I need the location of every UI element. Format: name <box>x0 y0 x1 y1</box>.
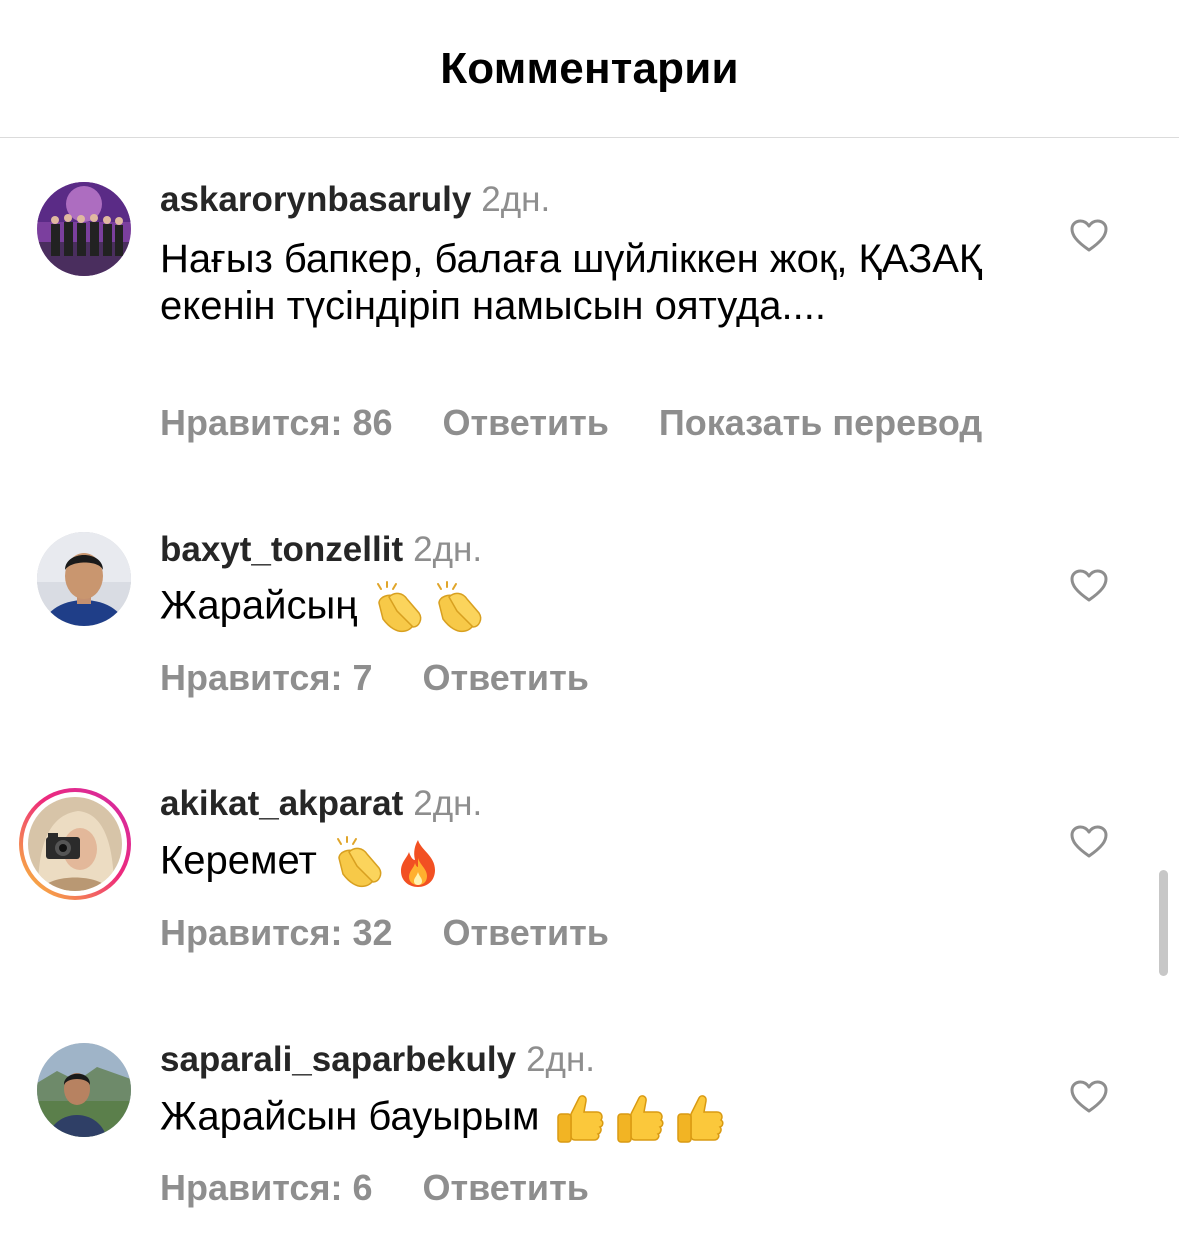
username[interactable]: askarorynbasaruly <box>160 180 471 219</box>
avatar[interactable] <box>37 1043 131 1137</box>
avatar-with-story-ring[interactable] <box>19 788 131 900</box>
thumbs-up-icon <box>677 1095 724 1143</box>
timestamp: 2дн. <box>526 1040 596 1079</box>
timestamp: 2дн. <box>413 530 483 569</box>
timestamp: 2дн. <box>481 180 551 219</box>
comment-meta: saparali_saparbekuly 2дн. <box>160 1040 595 1080</box>
page-title: Комментарии <box>440 44 739 93</box>
comment-text-body: Жарайсын бауырым <box>160 1094 540 1139</box>
heart-icon[interactable] <box>1070 825 1108 859</box>
heart-icon[interactable] <box>1070 219 1108 253</box>
comments-header: Комментарии <box>0 0 1179 138</box>
clapping-hands-icon <box>437 581 482 633</box>
avatar <box>28 797 122 891</box>
username[interactable]: baxyt_tonzellit <box>160 530 403 569</box>
timestamp: 2дн. <box>413 784 483 823</box>
scrollbar[interactable] <box>1159 870 1168 976</box>
comment-text-body: Жарайсың <box>160 583 358 628</box>
thumbs-up-icon <box>557 1095 604 1143</box>
clapping-hands-icon <box>336 836 382 888</box>
comment-text: Жарайсың <box>160 581 1020 635</box>
thumbs-up-icon <box>617 1095 664 1143</box>
likes-count[interactable]: Нравится: 6 <box>160 1167 372 1208</box>
reply-button[interactable]: Ответить <box>443 402 609 443</box>
heart-icon[interactable] <box>1070 1080 1108 1114</box>
comment-text-body: Керемет <box>160 838 317 883</box>
reply-button[interactable]: Ответить <box>443 912 609 953</box>
show-translation-button[interactable]: Показать перевод <box>659 402 982 443</box>
comment-text: Нағыз бапкер, балаға шүйліккен жоқ, ҚАЗА… <box>160 237 983 328</box>
reply-button[interactable]: Ответить <box>422 657 588 698</box>
clapping-hands-icon <box>377 581 422 633</box>
fire-icon <box>400 840 435 887</box>
comment-text: Жарайсын бауырым <box>160 1092 1020 1146</box>
comment-actions: Нравится: 6 Ответить <box>160 1168 639 1208</box>
avatar[interactable] <box>37 182 131 276</box>
emoji-row <box>331 836 451 890</box>
comment-actions: Нравится: 86 Ответить Показать перевод <box>160 403 1032 443</box>
emoji-row <box>553 1092 733 1146</box>
emoji-row <box>371 581 491 635</box>
comment-meta: askarorynbasaruly 2дн. <box>160 180 550 220</box>
comment-actions: Нравится: 32 Ответить <box>160 913 659 953</box>
comment-meta: baxyt_tonzellit 2дн. <box>160 530 482 570</box>
likes-count[interactable]: Нравится: 32 <box>160 912 393 953</box>
reply-button[interactable]: Ответить <box>422 1167 588 1208</box>
comment-text: Керемет <box>160 836 1020 890</box>
comment-actions: Нравится: 7 Ответить <box>160 658 639 698</box>
avatar[interactable] <box>37 532 131 626</box>
username[interactable]: saparali_saparbekuly <box>160 1040 516 1079</box>
username[interactable]: akikat_akparat <box>160 784 403 823</box>
likes-count[interactable]: Нравится: 86 <box>160 402 393 443</box>
likes-count[interactable]: Нравится: 7 <box>160 657 372 698</box>
comment-meta: akikat_akparat 2дн. <box>160 784 482 824</box>
heart-icon[interactable] <box>1070 569 1108 603</box>
